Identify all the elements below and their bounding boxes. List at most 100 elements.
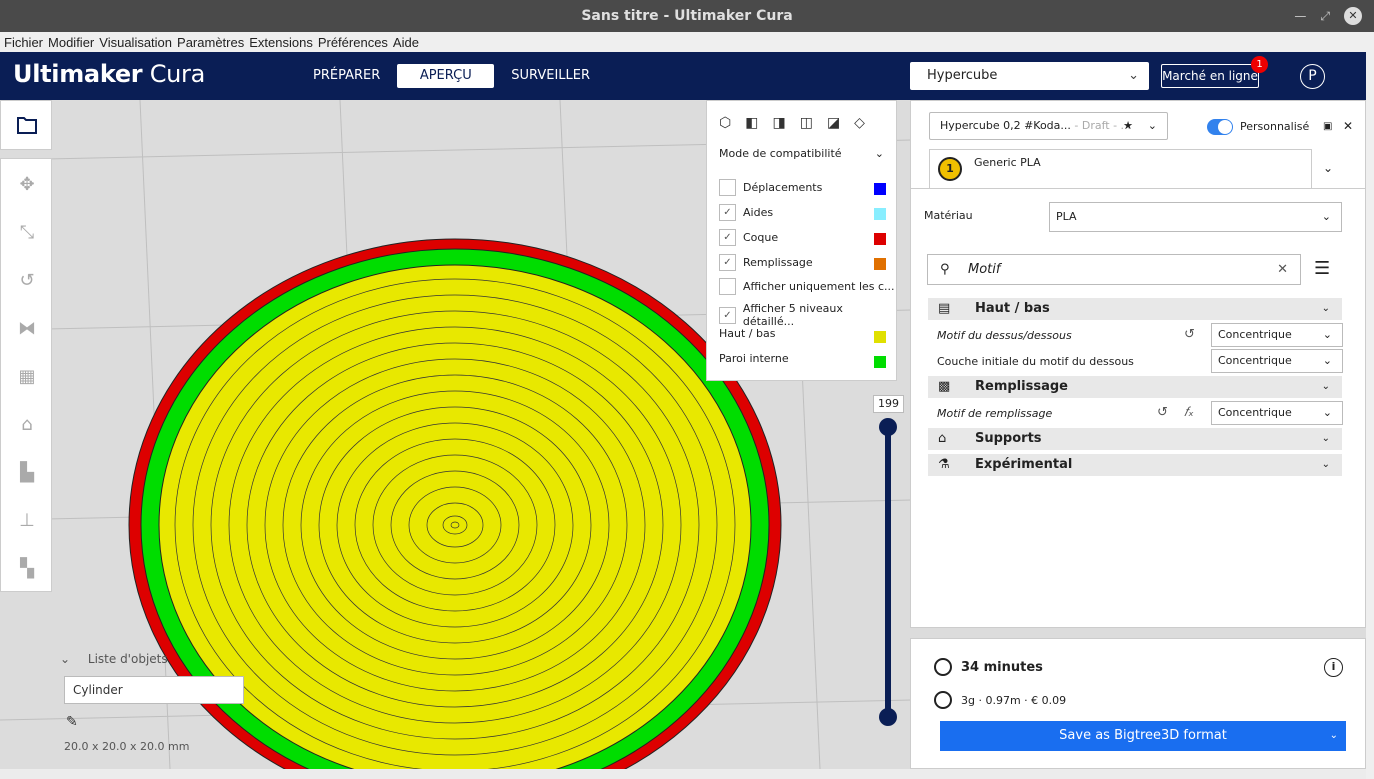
checkbox[interactable]: [719, 278, 736, 295]
custom-mode-toggle[interactable]: [1207, 119, 1233, 135]
close-icon[interactable]: ✕: [1343, 119, 1353, 133]
reset-icon[interactable]: ↺: [1184, 327, 1195, 342]
view-3d-icon[interactable]: ⬡: [719, 115, 731, 131]
color-swatch: [874, 331, 886, 343]
object-list-header[interactable]: ⌄ Liste d'objets: [60, 652, 260, 666]
setting-label: Motif du dessus/dessous: [937, 329, 1072, 342]
checkbox[interactable]: ✓: [719, 204, 736, 221]
printer-name: Hypercube: [927, 68, 998, 83]
object-list-label: Liste d'objets: [87, 652, 168, 666]
object-name-field[interactable]: Cylinder: [64, 676, 244, 704]
material-select[interactable]: PLA ⌄: [1049, 202, 1342, 232]
save-button[interactable]: Save as Bigtree3D format ⌄: [940, 721, 1346, 751]
category-haut-bas[interactable]: ▤ Haut / bas ⌄: [928, 298, 1342, 320]
chevron-down-icon: ⌄: [1321, 433, 1330, 444]
window-title: Sans titre - Ultimaker Cura: [581, 8, 793, 24]
clear-search-icon[interactable]: ✕: [1277, 255, 1288, 284]
account-avatar[interactable]: P: [1300, 64, 1325, 89]
toggle-show-only-top[interactable]: Afficher uniquement les c...: [719, 278, 895, 295]
folder-icon: [17, 117, 37, 134]
view-front-icon[interactable]: ◧: [745, 115, 758, 131]
menu-parametres[interactable]: Paramètres: [177, 35, 244, 50]
chevron-down-icon[interactable]: ⌄: [1323, 161, 1333, 175]
setting-select[interactable]: Concentrique ⌄: [1211, 349, 1343, 373]
layer-number-field[interactable]: 199: [873, 395, 904, 413]
minimize-icon[interactable]: —: [1294, 0, 1306, 32]
layer-slider-upper-handle[interactable]: [879, 418, 897, 436]
checkbox[interactable]: [719, 179, 736, 196]
category-supports[interactable]: ⌂ Supports ⌄: [928, 428, 1342, 450]
chevron-down-icon: ⌄: [1322, 354, 1332, 367]
layer-slider-lower-handle[interactable]: [879, 708, 897, 726]
close-icon[interactable]: ✕: [1344, 7, 1362, 25]
setting-label: Couche initiale du motif du dessous: [937, 355, 1134, 368]
window-edge: [1366, 52, 1374, 779]
chevron-down-icon: ⌄: [1321, 459, 1330, 470]
menu-modifier[interactable]: Modifier: [48, 35, 94, 50]
info-icon[interactable]: i: [1324, 658, 1343, 677]
reset-icon[interactable]: ↺: [1157, 405, 1168, 420]
chevron-down-icon: ⌄: [1321, 210, 1331, 223]
toggle-coque[interactable]: ✓ Coque: [719, 229, 778, 246]
material-label: Matériau: [924, 209, 973, 222]
chevron-down-icon: ⌄: [1128, 68, 1139, 83]
color-scheme-panel: ⬡ ◧ ◨ ◫ ◪ ◇ Mode de compatibilité ⌄ Dépl…: [706, 100, 897, 381]
setting-select[interactable]: Concentrique ⌄: [1211, 401, 1343, 425]
tab-surveiller[interactable]: SURVEILLER: [498, 64, 603, 88]
function-icon[interactable]: 𝑓ₓ: [1184, 405, 1194, 420]
extruder-tab[interactable]: 1 Generic PLA: [929, 149, 1312, 189]
layer-slider-track[interactable]: [885, 427, 891, 717]
view-mode-select[interactable]: Mode de compatibilité: [719, 147, 842, 160]
chevron-down-icon: ⌄: [1322, 328, 1332, 341]
move-icon[interactable]: ✥: [16, 173, 38, 195]
profile-selector[interactable]: Hypercube 0,2 #Koda... - Draft - ... ★ ⌄: [929, 112, 1168, 140]
mesh-tools-icon[interactable]: ▚: [16, 557, 38, 579]
stairs-icon[interactable]: ▙: [16, 461, 38, 483]
menu-preferences[interactable]: Préférences: [318, 35, 388, 50]
menu-visualisation[interactable]: Visualisation: [99, 35, 172, 50]
stamp-icon[interactable]: ⊥: [16, 509, 38, 531]
chevron-down-icon: ⌄: [874, 147, 884, 160]
per-model-settings-icon[interactable]: ▦: [16, 365, 38, 387]
toggle-deplacements[interactable]: Déplacements: [719, 179, 822, 196]
checkbox[interactable]: ✓: [719, 254, 736, 271]
setting-select[interactable]: Concentrique ⌄: [1211, 323, 1343, 347]
menu-extensions[interactable]: Extensions: [249, 35, 313, 50]
star-icon: ★: [1123, 119, 1133, 132]
menu-fichier[interactable]: Fichier: [4, 35, 43, 50]
mirror-icon[interactable]: ⧓: [16, 317, 38, 339]
maximize-icon[interactable]: ⤢: [1320, 0, 1330, 32]
category-remplissage[interactable]: ▩ Remplissage ⌄: [928, 376, 1342, 398]
support-blocker-icon[interactable]: ⌂: [16, 413, 38, 435]
rotate-icon[interactable]: ↺: [16, 269, 38, 291]
checkbox[interactable]: ✓: [719, 229, 736, 246]
marketplace-button[interactable]: Marché en ligne: [1161, 64, 1259, 88]
top-bottom-icon: ▤: [938, 301, 951, 316]
settings-visibility-menu-icon[interactable]: ☰: [1314, 259, 1334, 279]
scale-icon[interactable]: ⤡: [16, 221, 38, 243]
pencil-icon[interactable]: ✎: [66, 714, 78, 730]
toggle-aides[interactable]: ✓ Aides: [719, 204, 773, 221]
settings-search-input[interactable]: ⚲ Motif ✕: [927, 254, 1301, 285]
view-left-icon[interactable]: ◫: [800, 115, 813, 131]
infill-icon: ▩: [938, 379, 951, 394]
view-x-ray-icon[interactable]: ◇: [854, 115, 865, 131]
printer-selector[interactable]: Hypercube ⌄: [910, 62, 1149, 90]
notification-badge: 1: [1251, 56, 1268, 73]
clock-icon: [934, 658, 952, 676]
checkbox[interactable]: ✓: [719, 306, 736, 324]
menu-aide[interactable]: Aide: [393, 35, 419, 50]
app-header: Ultimaker Cura PRÉPARER APERÇU SURVEILLE…: [0, 52, 1366, 100]
pin-icon[interactable]: ▣: [1323, 121, 1332, 132]
tab-preparer[interactable]: PRÉPARER: [300, 64, 393, 88]
open-file-button[interactable]: [0, 100, 52, 150]
toggle-remplissage[interactable]: ✓ Remplissage: [719, 254, 813, 271]
window-titlebar: Sans titre - Ultimaker Cura — ⤢ ✕: [0, 0, 1374, 32]
chevron-down-icon[interactable]: ⌄: [1330, 721, 1338, 751]
category-experimental[interactable]: ⚗ Expérimental ⌄: [928, 454, 1342, 476]
tab-apercu[interactable]: APERÇU: [397, 64, 495, 88]
color-swatch: [874, 258, 886, 270]
toggle-detailed-layers[interactable]: ✓ Afficher 5 niveaux détaillé...: [719, 302, 896, 328]
view-top-icon[interactable]: ◨: [772, 115, 785, 131]
view-right-icon[interactable]: ◪: [827, 115, 840, 131]
